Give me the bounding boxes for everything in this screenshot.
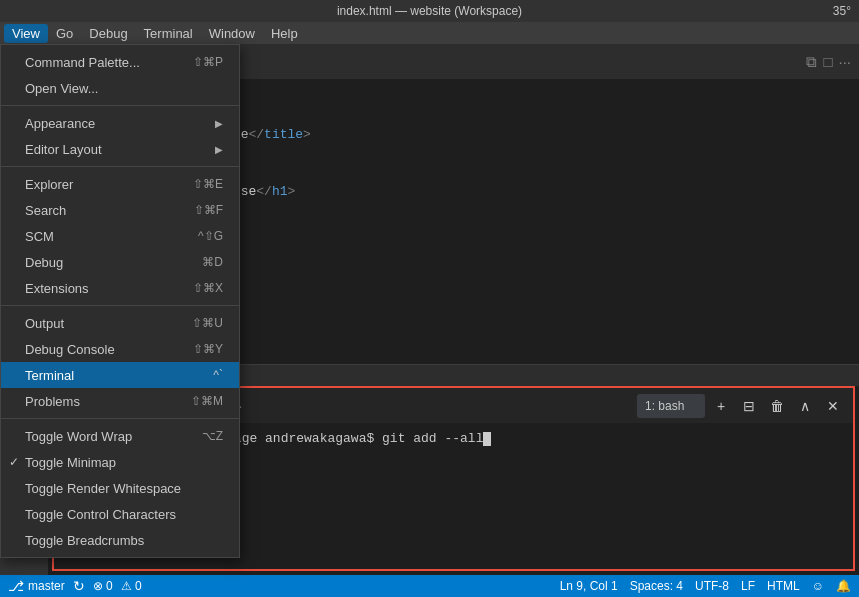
maximize-panel-button[interactable]: ∧ [793, 394, 817, 418]
close-panel-button[interactable]: ✕ [821, 394, 845, 418]
warnings-count[interactable]: ⚠ 0 [121, 579, 142, 593]
terminal-cursor [483, 432, 491, 446]
status-bar-left: ⎇ master ↻ ⊗ 0 ⚠ 0 [8, 578, 142, 594]
separator-4 [1, 418, 239, 419]
delete-terminal-button[interactable]: 🗑 [765, 394, 789, 418]
menu-extensions[interactable]: Extensions ⇧⌘X [1, 275, 239, 301]
smiley-icon[interactable]: ☺ [812, 579, 824, 593]
editor-tab-icons: ⧉ □ ··· [806, 53, 859, 71]
menu-open-view[interactable]: Open View... [1, 75, 239, 101]
menu-scm[interactable]: SCM ^⇧G [1, 223, 239, 249]
menu-terminal-item[interactable]: Terminal ^` [1, 362, 239, 388]
separator-1 [1, 105, 239, 106]
temperature-display: 35° [833, 4, 851, 18]
branch-name: master [28, 579, 65, 593]
branch-icon: ⎇ [8, 578, 24, 594]
sync-icon[interactable]: ↻ [73, 578, 85, 594]
more-actions-icon[interactable]: □ [823, 53, 832, 70]
separator-3 [1, 305, 239, 306]
menu-toggle-render-whitespace[interactable]: Toggle Render Whitespace [1, 475, 239, 501]
menu-explorer[interactable]: Explorer ⇧⌘E [1, 171, 239, 197]
menu-command-palette[interactable]: Command Palette... ⇧⌘P [1, 49, 239, 75]
panel-tab-right-actions: 1: bash 2: bash 3: zsh + ⊟ 🗑 ∧ ✕ [637, 394, 845, 418]
errors-count[interactable]: ⊗ 0 [93, 579, 113, 593]
menu-toggle-control-characters[interactable]: Toggle Control Characters [1, 501, 239, 527]
title-bar: index.html — website (Workspace) 35° [0, 0, 859, 22]
split-editor-icon[interactable]: ⧉ [806, 53, 817, 71]
menu-toggle-word-wrap[interactable]: Toggle Word Wrap ⌥Z [1, 423, 239, 449]
menu-bar: View Go Debug Terminal Window Help [0, 22, 859, 44]
menu-view[interactable]: View [4, 24, 48, 43]
title-bar-text: index.html — website (Workspace) [337, 4, 522, 18]
menu-go[interactable]: Go [48, 24, 81, 43]
spaces-indicator[interactable]: Spaces: 4 [630, 579, 683, 593]
git-branch[interactable]: ⎇ master [8, 578, 65, 594]
separator-2 [1, 166, 239, 167]
language-indicator[interactable]: HTML [767, 579, 800, 593]
cursor-position[interactable]: Ln 9, Col 1 [560, 579, 618, 593]
menu-editor-layout[interactable]: Editor Layout ▶ [1, 136, 239, 162]
menu-toggle-breadcrumbs[interactable]: Toggle Breadcrumbs [1, 527, 239, 553]
add-terminal-button[interactable]: + [709, 394, 733, 418]
menu-debug-item[interactable]: Debug ⌘D [1, 249, 239, 275]
menu-help[interactable]: Help [263, 24, 306, 43]
bell-icon[interactable]: 🔔 [836, 579, 851, 593]
main-layout: Command Palette... ⇧⌘P Open View... Appe… [0, 44, 859, 575]
menu-appearance[interactable]: Appearance ▶ [1, 110, 239, 136]
menu-problems[interactable]: Problems ⇧⌘M [1, 388, 239, 414]
editor-actions-icon[interactable]: ··· [838, 53, 851, 70]
status-bar-right: Ln 9, Col 1 Spaces: 4 UTF-8 LF HTML ☺ 🔔 [560, 579, 851, 593]
menu-toggle-minimap[interactable]: ✓ Toggle Minimap [1, 449, 239, 475]
terminal-select-wrapper: 1: bash 2: bash 3: zsh [637, 394, 705, 418]
menu-output[interactable]: Output ⇧⌘U [1, 310, 239, 336]
status-bar: ⎇ master ↻ ⊗ 0 ⚠ 0 Ln 9, Col 1 Spaces: 4… [0, 575, 859, 597]
view-dropdown-menu: Command Palette... ⇧⌘P Open View... Appe… [0, 44, 240, 558]
eol-indicator[interactable]: LF [741, 579, 755, 593]
menu-terminal[interactable]: Terminal [136, 24, 201, 43]
encoding-indicator[interactable]: UTF-8 [695, 579, 729, 593]
split-terminal-button[interactable]: ⊟ [737, 394, 761, 418]
terminal-select[interactable]: 1: bash 2: bash 3: zsh [637, 394, 705, 418]
menu-debug[interactable]: Debug [81, 24, 135, 43]
menu-debug-console[interactable]: Debug Console ⇧⌘Y [1, 336, 239, 362]
menu-window[interactable]: Window [201, 24, 263, 43]
menu-search[interactable]: Search ⇧⌘F [1, 197, 239, 223]
